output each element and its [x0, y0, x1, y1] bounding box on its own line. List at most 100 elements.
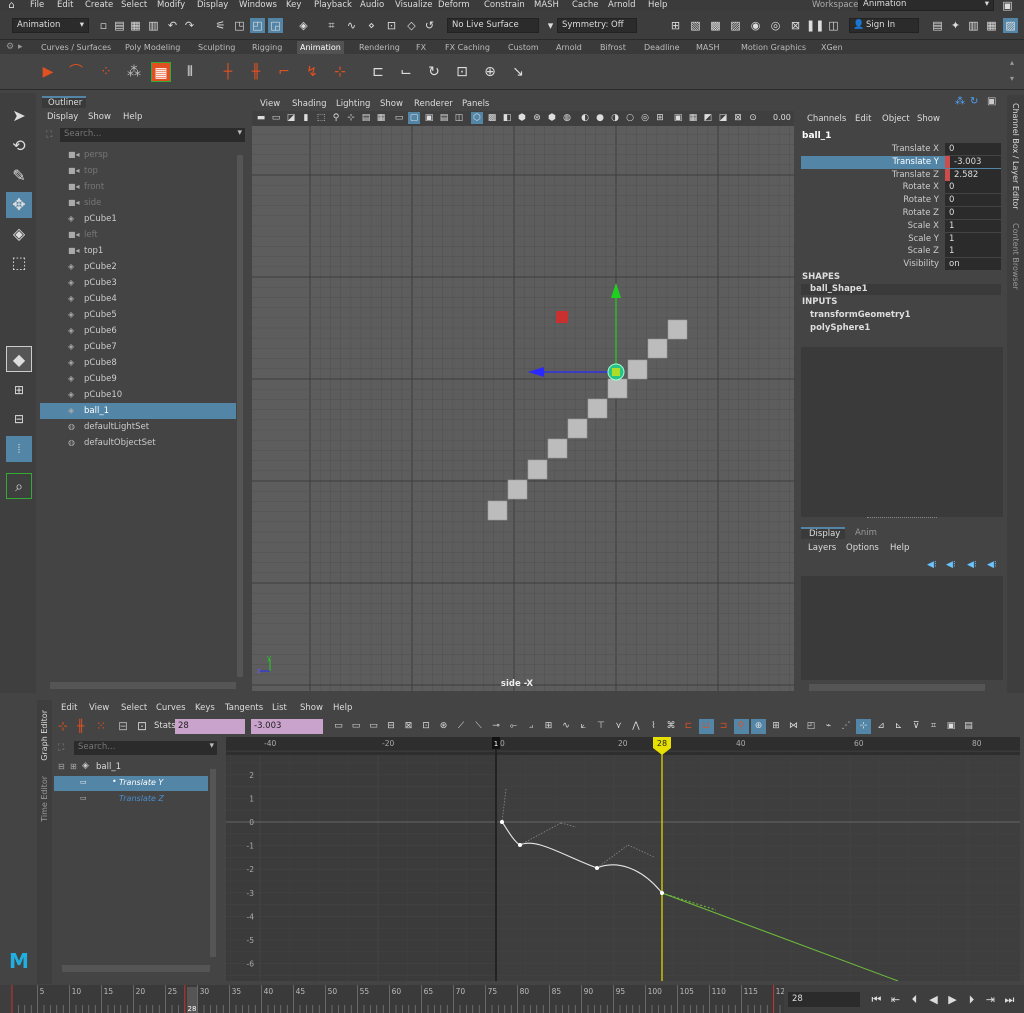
layer-tab-display[interactable]: Display — [801, 527, 845, 539]
snap-live-icon[interactable]: ↺ — [422, 18, 437, 33]
render-settings-icon[interactable]: ◉ — [748, 18, 763, 33]
graph-menu-view[interactable]: View — [89, 703, 109, 713]
menu-modify[interactable]: Modify — [157, 0, 185, 11]
cube-step[interactable] — [647, 338, 668, 359]
channel-row-translate-y[interactable]: Translate Y -3.003 — [801, 155, 1001, 169]
symmetry-select[interactable]: Symmetry: Off — [557, 18, 637, 33]
graph-menu-keys[interactable]: Keys — [195, 703, 215, 713]
snap-curve-icon[interactable]: ∿ — [344, 18, 359, 33]
menu-edit[interactable]: Edit — [57, 0, 73, 11]
menu-windows[interactable]: Windows — [239, 0, 277, 11]
outliner-item[interactable]: ◍ defaultLightSet — [40, 419, 236, 435]
outliner-persp-icon[interactable]: ⦙ — [6, 436, 32, 462]
viewport-menu-lighting[interactable]: Lighting — [336, 99, 370, 109]
render-view-icon[interactable]: ⊠ — [788, 18, 803, 33]
graph-tool-5-icon[interactable]: ⊡ — [419, 719, 434, 734]
tool-settings-icon[interactable]: ▦ — [984, 18, 999, 33]
point-constraint-icon[interactable]: ⌙ — [396, 62, 416, 82]
shape-row[interactable]: ball_Shape1 — [801, 284, 1001, 295]
play-forward-icon[interactable]: ▶ — [946, 993, 959, 1006]
filter-icon[interactable]: ⛶ — [58, 743, 64, 753]
outliner-item[interactable]: ■◂ side — [40, 195, 236, 211]
viewport-menu-show[interactable]: Show — [380, 99, 403, 109]
channel-row-translate-x[interactable]: Translate X 0 — [801, 143, 1001, 156]
graph-tool-14-icon[interactable]: ⟀ — [576, 719, 591, 734]
graph-tool-29-icon[interactable]: ⋰ — [839, 719, 854, 734]
safe-title-icon[interactable]: ▣ — [423, 112, 435, 124]
outliner-search-input[interactable]: Search... ▾ — [60, 128, 245, 142]
ik-handle-icon[interactable]: ╫ — [246, 62, 266, 82]
graph-tool-13-icon[interactable]: ∿ — [559, 719, 574, 734]
smooth-shade-icon[interactable]: ◫ — [453, 112, 465, 124]
menu-playback[interactable]: Playback — [314, 0, 352, 11]
film-gate-icon[interactable]: ⊹ — [345, 112, 357, 124]
menu-visualize[interactable]: Visualize — [395, 0, 432, 11]
layer-move-up-icon[interactable]: ◀⁝ — [967, 560, 977, 570]
graph-tool-4-icon[interactable]: ⊠ — [401, 719, 416, 734]
graph-canvas[interactable]: 1 28 -40 -20 0 20 40 60 80 210-1-2-3-4-5-6 — [226, 737, 1020, 981]
graph-menu-show[interactable]: Show — [300, 703, 323, 713]
graph-menu-edit[interactable]: Edit — [61, 703, 77, 713]
menu-file[interactable]: File — [30, 0, 44, 11]
shelf-tab-fx-caching[interactable]: FX Caching — [442, 41, 493, 54]
channel-box-tool-icon[interactable]: ⁂ — [955, 96, 965, 107]
orient-constraint-icon[interactable]: ↻ — [424, 62, 444, 82]
motion-blur-icon[interactable]: ⬢ — [546, 112, 558, 124]
graph-tool-28-icon[interactable]: ⌁ — [821, 719, 836, 734]
menu-deform[interactable]: Deform — [438, 0, 470, 11]
pause-viewport-icon[interactable]: ◫ — [826, 18, 841, 33]
move-tool-icon[interactable]: ✥ — [6, 192, 32, 218]
aim-constraint-icon[interactable]: ⊕ — [480, 62, 500, 82]
graph-tool-16-icon[interactable]: ⋎ — [611, 719, 626, 734]
graph-tool-8-icon[interactable]: ⟍ — [471, 719, 486, 734]
layer-h-scrollbar[interactable] — [809, 684, 985, 691]
outliner-tab[interactable]: Outliner — [42, 96, 86, 108]
open-scene-icon[interactable]: ▤ — [112, 18, 127, 33]
snap-surface-icon[interactable]: ◇ — [404, 18, 419, 33]
shelf-scroll-down-icon[interactable]: ▾ — [1010, 74, 1014, 83]
graph-tool-34-icon[interactable]: ⌗ — [926, 719, 941, 734]
hud-icon[interactable]: ▣ — [672, 112, 684, 124]
attribute-editor-icon[interactable]: ▥ — [966, 18, 981, 33]
modeling-toolkit-icon[interactable]: ▤ — [930, 18, 945, 33]
render-frame-icon[interactable]: ▧ — [688, 18, 703, 33]
menu-help[interactable]: Help — [648, 0, 667, 11]
channel-value[interactable]: 2.582 — [945, 168, 1001, 181]
graph-tool-27-icon[interactable]: ◰ — [804, 719, 819, 734]
graph-tool-7-icon[interactable]: ⟋ — [454, 719, 469, 734]
shelf-tab-bifrost[interactable]: Bifrost — [597, 41, 629, 54]
shelf-tab-rigging[interactable]: Rigging — [249, 41, 285, 54]
move-key-icon[interactable]: ⊹ — [58, 719, 68, 733]
outliner-item[interactable]: ■◂ top — [40, 163, 236, 179]
play-backward-icon[interactable]: ◀ — [927, 993, 940, 1006]
depth-of-field-icon[interactable]: ◪ — [717, 112, 729, 124]
cube-step[interactable] — [567, 418, 588, 439]
menu-constrain[interactable]: Constrain — [484, 0, 525, 11]
cube-step[interactable] — [507, 479, 528, 500]
safe-action-icon[interactable]: ▢ — [408, 112, 420, 124]
channel-value[interactable]: 0 — [945, 181, 1001, 194]
new-scene-icon[interactable]: ▫ — [96, 18, 111, 33]
channel-value[interactable]: 1 — [945, 232, 1001, 245]
channel-value[interactable]: 1 — [945, 219, 1001, 232]
channel-value[interactable]: 0 — [945, 194, 1001, 207]
graph-tool-33-icon[interactable]: ⊽ — [909, 719, 924, 734]
outliner-item[interactable]: ◈ pCube9 — [40, 371, 236, 387]
high-quality-icon[interactable]: ▦ — [687, 112, 699, 124]
channel-value[interactable]: 1 — [945, 245, 1001, 258]
textured-icon[interactable]: ▩ — [486, 112, 498, 124]
time-slider-ruler[interactable]: 5 10 15 20 25 30 35 40 45 50 55 60 65 70 75 80 85 90 95 100… — [0, 985, 784, 1013]
cube-step[interactable] — [627, 359, 648, 380]
graph-tool-35-icon[interactable]: ▣ — [944, 719, 959, 734]
content-browser-side-tab[interactable]: Content Browser — [1011, 223, 1020, 290]
graph-tool-30-icon[interactable]: ⊹ — [856, 719, 871, 734]
graph-tool-32-icon[interactable]: ⊾ — [891, 719, 906, 734]
graph-menu-list[interactable]: List — [272, 703, 287, 713]
cube-step[interactable] — [587, 398, 608, 419]
channel-value[interactable]: 0 — [945, 207, 1001, 219]
menu-audio[interactable]: Audio — [360, 0, 384, 11]
snap-view-icon[interactable]: ⊡ — [384, 18, 399, 33]
graph-outliner-h-scrollbar[interactable] — [62, 965, 210, 972]
channel-row-visibility[interactable]: Visibility on — [801, 258, 1001, 271]
resolution-gate-icon[interactable]: ▤ — [360, 112, 372, 124]
